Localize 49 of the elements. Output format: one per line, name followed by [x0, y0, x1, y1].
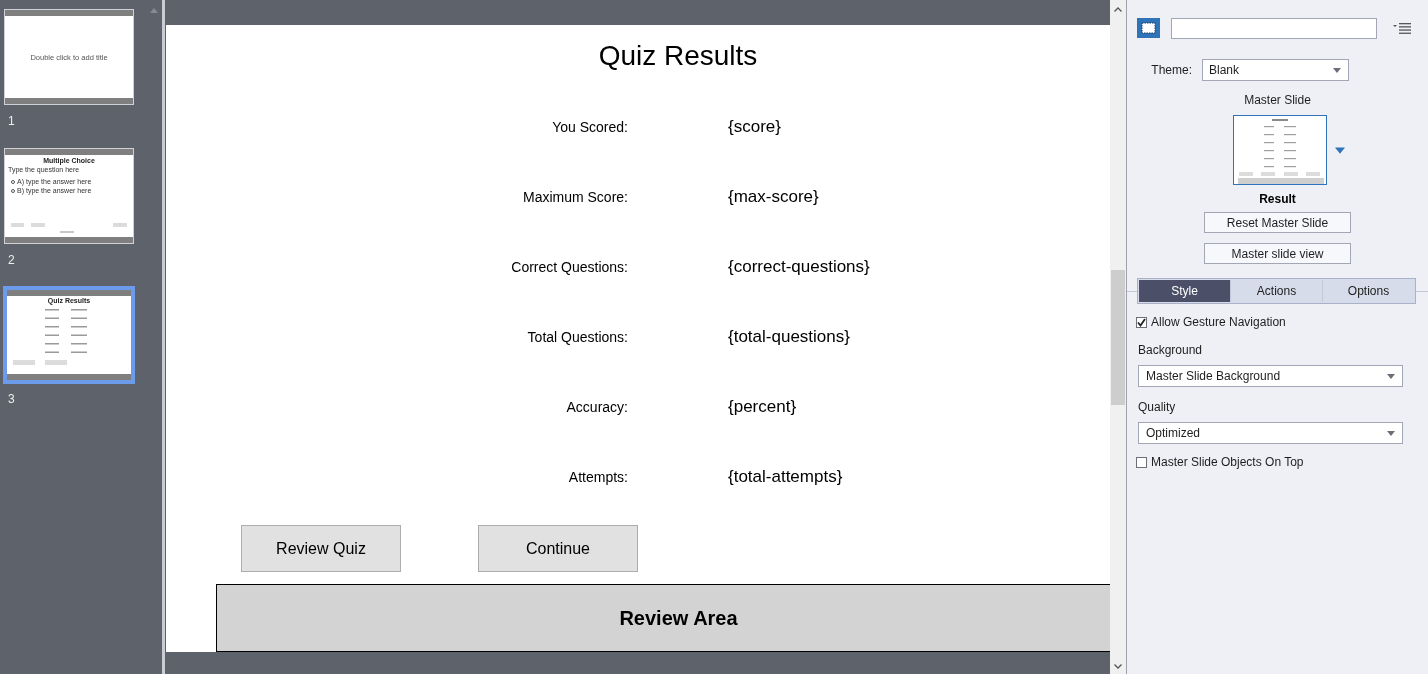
- caret-down-icon: [1387, 430, 1395, 436]
- result-value: {score}: [728, 116, 781, 138]
- panel-button[interactable]: Master slide view: [1204, 243, 1351, 264]
- dropdown[interactable]: Master Slide Background: [1138, 365, 1403, 387]
- result-label: Total Questions:: [527, 328, 628, 346]
- result-label: Accuracy:: [566, 398, 628, 416]
- result-label: Attempts:: [568, 468, 628, 486]
- slide-button[interactable]: Continue: [478, 525, 638, 572]
- result-value: {max-score}: [728, 186, 819, 208]
- checkbox[interactable]: [1136, 456, 1147, 468]
- checkmark-icon: [1137, 317, 1146, 327]
- tab[interactable]: Style: [1139, 280, 1230, 302]
- theme-dropdown[interactable]: Blank: [1202, 59, 1349, 81]
- dropdown[interactable]: Optimized: [1138, 422, 1403, 444]
- checkbox-label[interactable]: Allow Gesture Navigation: [1151, 314, 1286, 330]
- master-slide-thumbnail[interactable]: [1233, 115, 1327, 185]
- field-label: Background: [1138, 342, 1203, 358]
- panel-button[interactable]: Reset Master Slide: [1204, 212, 1351, 233]
- slide-number: 3: [8, 392, 15, 406]
- radio-icon: [11, 180, 15, 184]
- radio-icon: [11, 189, 15, 193]
- field-label: Quality: [1138, 399, 1176, 415]
- result-value: {total-questions}: [728, 326, 850, 348]
- result-value: {correct-questions}: [728, 256, 870, 278]
- chevron-up-icon[interactable]: [1114, 7, 1122, 12]
- result-label: You Scored:: [552, 118, 628, 136]
- slide-number: 1: [8, 114, 15, 128]
- menu-icon[interactable]: [1393, 22, 1411, 34]
- result-label: Correct Questions:: [511, 258, 628, 276]
- caret-down-icon: [1335, 146, 1345, 154]
- master-slide-name: Result: [1259, 191, 1296, 207]
- result-value: {total-attempts}: [728, 466, 843, 488]
- scrollbar-thumb[interactable]: [1111, 270, 1125, 405]
- slide-title: Quiz Results: [598, 39, 758, 73]
- field-label: Theme:: [1151, 62, 1192, 78]
- result-value: {percent}: [728, 396, 797, 418]
- vertical-scrollbar[interactable]: [1110, 0, 1126, 674]
- chevron-down-icon[interactable]: [1114, 664, 1122, 669]
- caret-down-icon: [1387, 373, 1395, 379]
- name-input[interactable]: [1171, 17, 1377, 39]
- checkbox-label[interactable]: Master Slide Objects On Top: [1151, 454, 1304, 470]
- section-heading: Master Slide: [1244, 92, 1311, 108]
- slide-button[interactable]: Review Quiz: [241, 525, 401, 572]
- result-label: Maximum Score:: [522, 188, 628, 206]
- review-area: Review Area: [216, 584, 1110, 652]
- caret-down-icon: [1333, 67, 1341, 73]
- slide-number: 2: [8, 253, 15, 267]
- dashed-rectangle-icon: [1137, 18, 1160, 38]
- checkbox[interactable]: [1136, 316, 1147, 328]
